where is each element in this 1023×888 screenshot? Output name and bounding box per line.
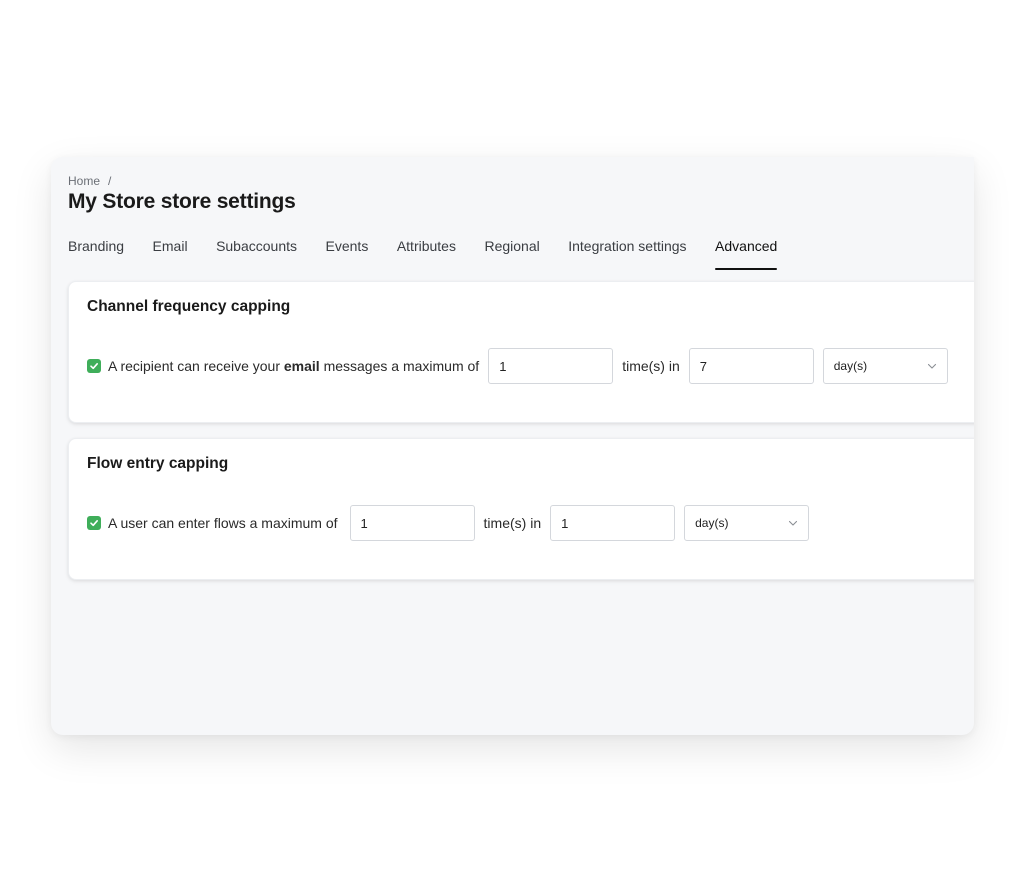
flow-max-times-input[interactable]: [349, 505, 475, 541]
flow-entry-capping-title: Flow entry capping: [87, 455, 229, 472]
tab-branding[interactable]: Branding: [68, 238, 124, 270]
flow-capping-label: A user can enter flows a maximum of: [108, 515, 338, 531]
breadcrumb-home-link[interactable]: Home: [68, 174, 100, 188]
tab-email[interactable]: Email: [153, 238, 188, 270]
chevron-down-icon: [789, 520, 798, 526]
channel-capping-text-after: messages a maximum of: [319, 358, 480, 374]
breadcrumb-separator: /: [108, 174, 112, 188]
channel-max-times-input[interactable]: [488, 348, 614, 384]
settings-window: Home / My Store store settings Branding …: [51, 157, 974, 735]
breadcrumb: Home /: [68, 174, 111, 188]
channel-capping-channel: email: [283, 358, 320, 374]
flow-times-in-label: time(s) in: [483, 515, 542, 531]
channel-capping-row: A recipient can receive your email messa…: [87, 348, 948, 384]
tab-advanced[interactable]: Advanced: [715, 238, 778, 270]
flow-period-unit-select[interactable]: day(s): [684, 505, 810, 541]
channel-capping-text-before: A recipient can receive your: [108, 358, 284, 374]
channel-capping-label: A recipient can receive your email messa…: [108, 358, 479, 374]
channel-period-unit-value: day(s): [833, 359, 868, 373]
flow-period-unit-value: day(s): [695, 516, 729, 530]
flow-period-input[interactable]: [550, 505, 676, 541]
settings-tabs: Branding Email Subaccounts Events Attrib…: [68, 238, 806, 270]
channel-period-unit-select[interactable]: day(s): [822, 348, 948, 384]
flow-capping-row: A user can enter flows a maximum of time…: [87, 505, 810, 541]
channel-capping-checkbox[interactable]: [87, 359, 101, 373]
check-icon: [90, 520, 98, 527]
flow-capping-checkbox[interactable]: [87, 516, 101, 530]
page-title: My Store store settings: [68, 190, 296, 213]
tab-regional[interactable]: Regional: [484, 238, 539, 270]
tab-attributes[interactable]: Attributes: [397, 238, 456, 270]
channel-frequency-capping-card: Channel frequency capping A recipient ca…: [68, 281, 974, 423]
channel-times-in-label: time(s) in: [622, 358, 680, 374]
check-icon: [90, 363, 98, 370]
tab-events[interactable]: Events: [326, 238, 369, 270]
channel-frequency-capping-title: Channel frequency capping: [87, 298, 291, 315]
channel-period-input[interactable]: [688, 348, 814, 384]
tab-integration-settings[interactable]: Integration settings: [568, 238, 686, 270]
tab-subaccounts[interactable]: Subaccounts: [216, 238, 297, 270]
chevron-down-icon: [927, 363, 936, 369]
flow-entry-capping-card: Flow entry capping A user can enter flow…: [68, 438, 974, 580]
